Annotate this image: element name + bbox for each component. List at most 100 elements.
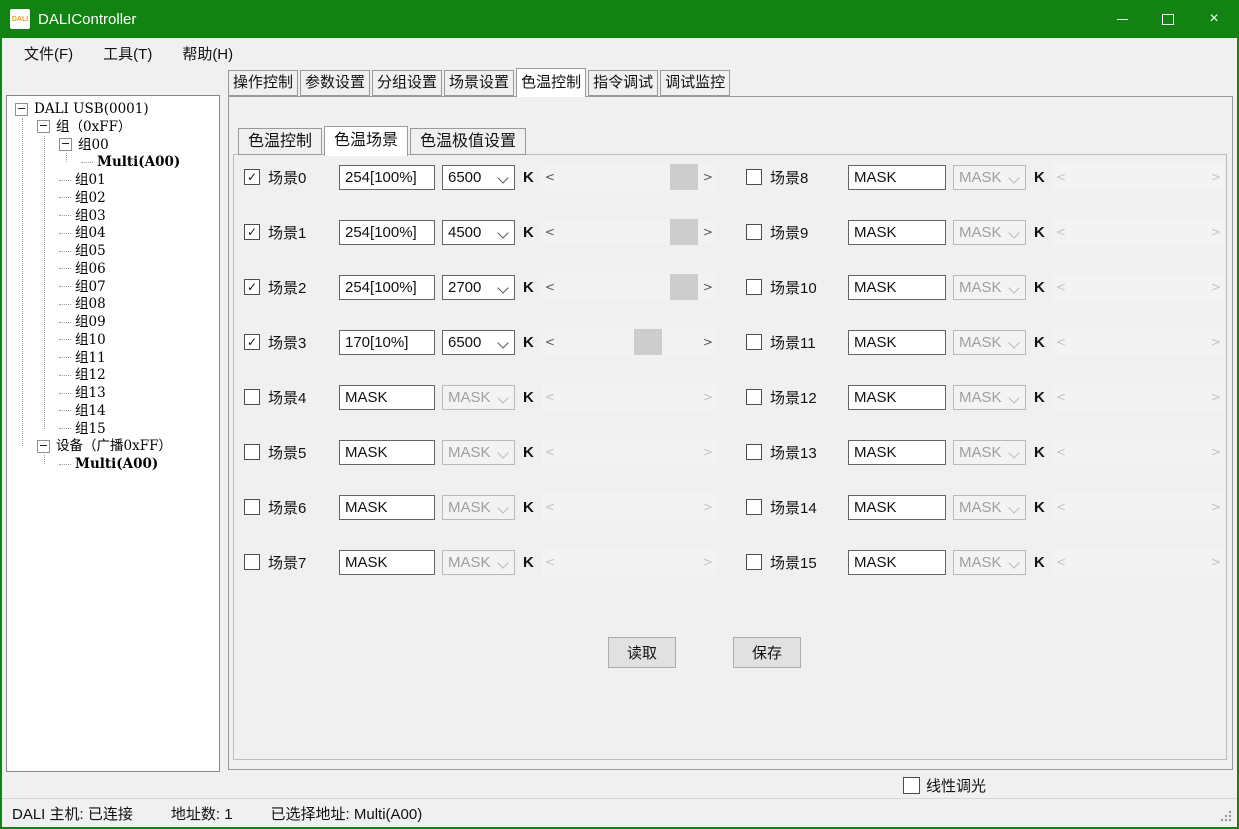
scene-checkbox[interactable] [746,499,762,515]
tree-node[interactable]: 组07 [59,278,106,296]
scroll-right-icon[interactable]: > [700,170,716,184]
scrollbar-track[interactable] [558,274,700,300]
tree-node[interactable]: 组00 [59,136,109,154]
tab-场景设置[interactable]: 场景设置 [444,70,514,96]
tab-指令调试[interactable]: 指令调试 [588,70,658,96]
tree-node[interactable]: 组09 [59,313,106,331]
titlebar[interactable]: DALI DALIController × [0,0,1239,38]
tree-node-label[interactable]: 组08 [75,295,106,313]
maximize-button[interactable] [1145,0,1191,38]
scene-level-input[interactable]: MASK [339,495,435,520]
tree-node[interactable]: 组12 [59,366,106,384]
scene-checkbox[interactable]: ✓ [244,169,260,185]
tree-node-label[interactable]: 设备（广播0xFF） [56,437,172,455]
tab-操作控制[interactable]: 操作控制 [228,70,298,96]
tree-node-label[interactable]: 组02 [75,189,106,207]
menu-item-1[interactable]: 工具(T) [103,43,152,64]
scene-temp-dropdown[interactable]: 6500 [442,165,515,190]
tab-调试监控[interactable]: 调试监控 [660,70,730,96]
scene-temp-dropdown[interactable]: MASK [953,165,1026,190]
tree-node[interactable]: 组14 [59,402,106,420]
scroll-left-icon[interactable]: < [542,280,558,294]
scene-checkbox[interactable] [244,444,260,460]
scene-checkbox[interactable] [746,444,762,460]
scrollbar-thumb[interactable] [670,219,698,245]
scene-level-input[interactable]: MASK [339,385,435,410]
subtab-色温场景[interactable]: 色温场景 [324,126,408,156]
tree-node-label[interactable]: 组11 [75,349,106,367]
tree-node-label[interactable]: 组13 [75,384,106,402]
scene-temp-dropdown[interactable]: MASK [953,440,1026,465]
menu-item-2[interactable]: 帮助(H) [182,43,233,64]
scene-level-input[interactable]: MASK [848,440,946,465]
scene-temp-dropdown[interactable]: MASK [442,440,515,465]
scene-checkbox[interactable] [746,169,762,185]
tree-node[interactable]: 组01 [59,171,106,189]
scene-temp-dropdown[interactable]: MASK [953,275,1026,300]
scrollbar-thumb[interactable] [670,164,698,190]
tree-node[interactable]: 组（0xFF） [37,118,131,136]
scrollbar-track[interactable] [558,329,700,355]
subtab-色温极值设置[interactable]: 色温极值设置 [410,128,526,155]
scrollbar-track[interactable] [558,164,700,190]
tree-node-label[interactable]: 组06 [75,260,106,278]
scene-checkbox[interactable] [746,554,762,570]
tree-node-label[interactable]: 组10 [75,331,106,349]
tree-node[interactable]: Multi(A00) [59,455,158,473]
tree-node[interactable]: DALI USB(0001) [15,100,149,118]
tree-expander-icon[interactable] [59,138,72,151]
scene-level-input[interactable]: 254[100%] [339,165,435,190]
scene-level-input[interactable]: MASK [848,495,946,520]
tree-node[interactable]: 组04 [59,224,106,242]
scroll-left-icon[interactable]: < [542,335,558,349]
scene-level-input[interactable]: MASK [848,385,946,410]
scene-level-input[interactable]: 254[100%] [339,275,435,300]
tab-色温控制[interactable]: 色温控制 [516,68,586,97]
scene-temp-scrollbar[interactable]: <> [542,219,716,245]
scene-temp-dropdown[interactable]: MASK [953,495,1026,520]
tree-expander-icon[interactable] [37,440,50,453]
scene-temp-scrollbar[interactable]: <> [542,274,716,300]
scene-temp-dropdown[interactable]: 4500 [442,220,515,245]
tree-node-label[interactable]: 组14 [75,402,106,420]
scrollbar-thumb[interactable] [634,329,662,355]
tree-node-label[interactable]: 组01 [75,171,106,189]
scene-checkbox[interactable] [244,554,260,570]
tree-node-label[interactable]: 组05 [75,242,106,260]
scene-checkbox[interactable]: ✓ [244,224,260,240]
tab-分组设置[interactable]: 分组设置 [372,70,442,96]
scene-temp-dropdown[interactable]: MASK [442,495,515,520]
tree-node-label[interactable]: 组12 [75,366,106,384]
tree-node-label[interactable]: 组04 [75,224,106,242]
scroll-left-icon[interactable]: < [542,225,558,239]
tree-node[interactable]: 组03 [59,207,106,225]
tree-node-label[interactable]: 组15 [75,420,106,438]
scene-level-input[interactable]: MASK [339,550,435,575]
scroll-left-icon[interactable]: < [542,170,558,184]
scene-temp-dropdown[interactable]: MASK [953,385,1026,410]
tree-node-label[interactable]: 组00 [78,136,109,154]
scene-temp-dropdown[interactable]: MASK [953,550,1026,575]
scene-temp-scrollbar[interactable]: <> [542,164,716,190]
scene-level-input[interactable]: 254[100%] [339,220,435,245]
tree-node-label[interactable]: 组09 [75,313,106,331]
subtab-色温控制[interactable]: 色温控制 [238,128,322,155]
menu-item-0[interactable]: 文件(F) [24,43,73,64]
tree-node[interactable]: 组10 [59,331,106,349]
scene-checkbox[interactable] [746,224,762,240]
scene-temp-dropdown[interactable]: 2700 [442,275,515,300]
tree-expander-icon[interactable] [37,120,50,133]
linear-dimming-checkbox[interactable] [903,777,920,794]
tree-node[interactable]: 设备（广播0xFF） [37,437,172,455]
save-button[interactable]: 保存 [733,637,801,668]
scene-temp-dropdown[interactable]: MASK [953,330,1026,355]
scene-level-input[interactable]: MASK [848,550,946,575]
tree-node-label[interactable]: 组07 [75,278,106,296]
scene-checkbox[interactable] [746,279,762,295]
device-tree-panel[interactable]: DALI USB(0001)组（0xFF）组00 Multi(A00) 组01组02… [6,95,220,772]
scene-temp-dropdown[interactable]: MASK [953,220,1026,245]
scene-checkbox[interactable] [746,334,762,350]
tree-node-label[interactable]: 组03 [75,207,106,225]
scene-checkbox[interactable] [746,389,762,405]
scene-temp-scrollbar[interactable]: <> [542,329,716,355]
